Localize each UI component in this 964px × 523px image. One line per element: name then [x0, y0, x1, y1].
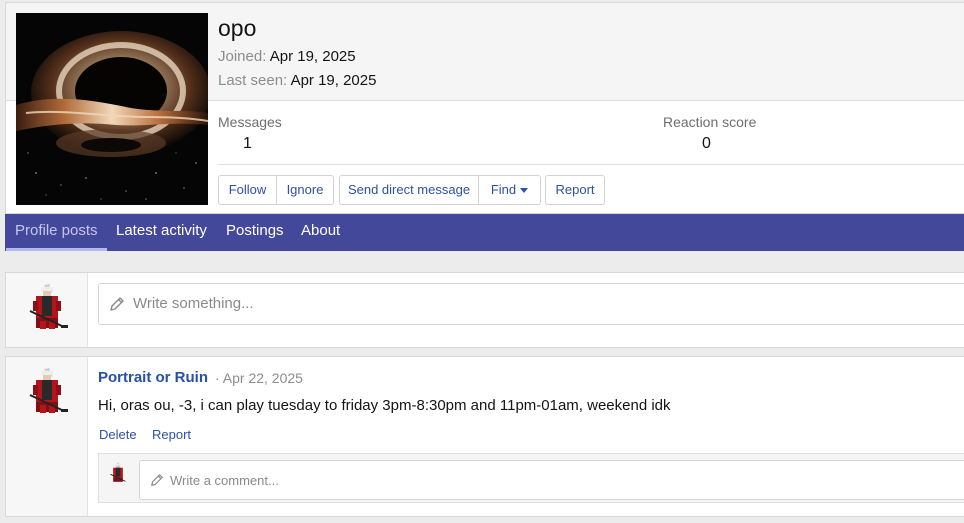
black-hole-avatar-image — [16, 13, 208, 205]
messages-count[interactable]: 1 — [243, 135, 252, 153]
profile-post: Portrait or Ruin · Apr 22, 2025 Hi, oras… — [5, 356, 964, 517]
post-date[interactable]: · Apr 22, 2025 — [215, 370, 303, 386]
comment-area: Write a comment... — [98, 453, 964, 503]
poster-username-link[interactable]: Portrait or Ruin — [98, 369, 208, 386]
follow-button[interactable]: Follow — [218, 175, 277, 205]
find-button-label: Find — [490, 182, 517, 197]
find-menu-button[interactable]: Find — [479, 175, 541, 205]
current-user-avatar[interactable] — [22, 283, 72, 333]
joined-label: Joined: — [218, 48, 267, 65]
reaction-score-value[interactable]: 0 — [702, 135, 711, 153]
last-seen-line: Last seen: Apr 19, 2025 — [218, 72, 376, 89]
last-seen-label: Last seen: — [218, 72, 288, 89]
delete-post-link[interactable]: Delete — [99, 427, 137, 442]
pixel-character-avatar — [110, 462, 126, 482]
tab-postings[interactable]: Postings — [226, 214, 284, 251]
profile-header-card: opo Joined: Apr 19, 2025 Last seen: Apr … — [5, 2, 964, 214]
pencil-icon — [110, 297, 124, 311]
stats-divider — [218, 164, 964, 165]
send-direct-message-button[interactable]: Send direct message — [339, 175, 479, 205]
tab-about[interactable]: About — [301, 214, 340, 251]
write-something-input[interactable]: Write something... — [98, 283, 964, 325]
write-comment-placeholder: Write a comment... — [170, 473, 279, 488]
joined-date: Apr 19, 2025 — [269, 48, 356, 65]
ignore-button[interactable]: Ignore — [277, 175, 334, 205]
profile-tab-bar: Profile posts Latest activity Postings A… — [5, 214, 964, 251]
write-comment-input[interactable]: Write a comment... — [139, 460, 964, 500]
pixel-character-avatar — [29, 284, 68, 329]
pixel-character-avatar — [29, 368, 68, 413]
write-something-placeholder: Write something... — [133, 295, 254, 312]
profile-username: opo — [218, 15, 257, 41]
commenter-avatar[interactable] — [107, 461, 129, 485]
pencil-icon — [151, 474, 163, 486]
tab-latest-activity[interactable]: Latest activity — [116, 214, 207, 251]
poster-avatar[interactable] — [22, 367, 72, 417]
joined-line: Joined: Apr 19, 2025 — [218, 48, 356, 65]
messages-label: Messages — [218, 114, 282, 130]
report-profile-button[interactable]: Report — [545, 175, 605, 205]
chevron-down-icon — [520, 188, 529, 194]
post-body-text: Hi, oras ou, -3, i can play tuesday to f… — [98, 397, 671, 414]
profile-avatar[interactable] — [16, 13, 208, 205]
last-seen-date: Apr 19, 2025 — [290, 72, 377, 89]
report-post-link[interactable]: Report — [152, 427, 191, 442]
tab-profile-posts[interactable]: Profile posts — [6, 214, 107, 251]
reaction-score-label: Reaction score — [663, 114, 757, 130]
profile-post-composer: Write something... — [5, 272, 964, 348]
